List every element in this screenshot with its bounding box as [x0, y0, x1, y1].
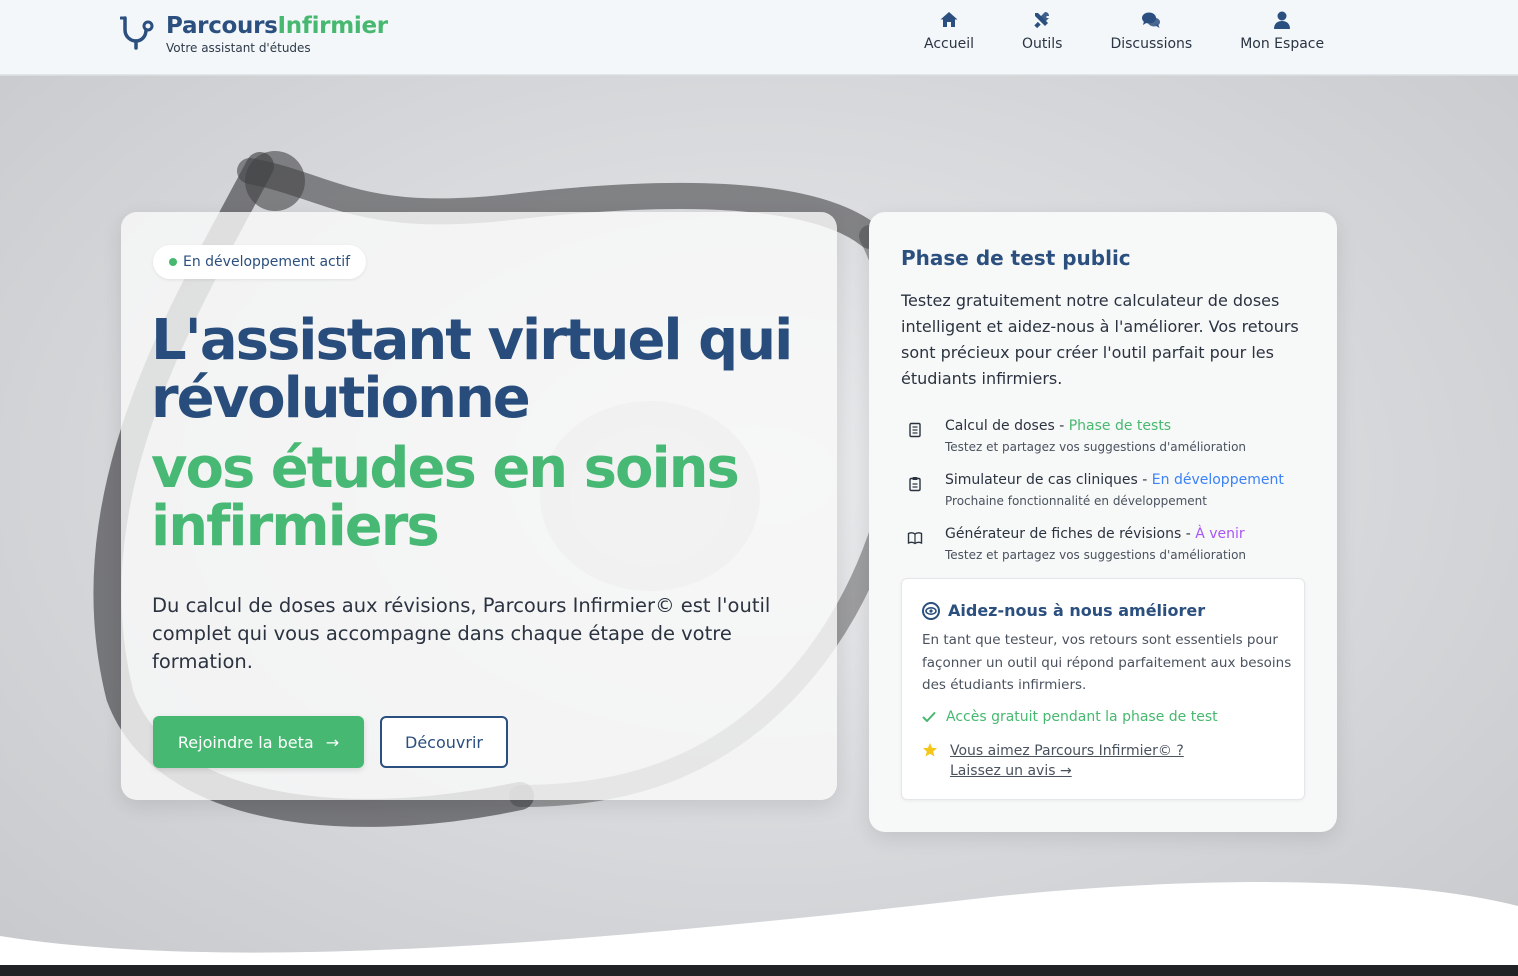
feedback-box: Aidez-nous à nous améliorer En tant que …	[901, 578, 1305, 800]
free-access-item: Accès gratuit pendant la phase de test	[922, 709, 1218, 725]
brand-name-part1: Parcours	[166, 13, 278, 39]
headline-line1: L'assistant virtuel qui	[151, 308, 793, 373]
clipboard-icon	[909, 477, 921, 492]
status-dot-icon	[169, 258, 177, 266]
book-icon	[907, 532, 923, 545]
feature-description: Testez et partagez vos suggestions d'amé…	[945, 440, 1247, 454]
nav-item-accueil[interactable]: Accueil	[900, 10, 998, 52]
tools-icon	[1034, 12, 1050, 29]
headline-line4: infirmiers	[151, 494, 440, 559]
feedback-title: Aidez-nous à nous améliorer	[922, 601, 1205, 620]
feature-title: Générateur de fiches de révisions - À ve…	[945, 526, 1245, 542]
feature-status: Phase de tests	[1068, 418, 1172, 434]
feature-separator: -	[1137, 472, 1152, 488]
hero-headline: L'assistant virtuel qui révolutionne vos…	[151, 312, 811, 556]
brand-name-part2: Infirmier	[277, 13, 389, 39]
chat-icon	[1142, 12, 1161, 28]
nav-label: Mon Espace	[1240, 36, 1325, 52]
hero-card: En développement actif L'assistant virtu…	[121, 212, 837, 800]
feature-title: Calcul de doses - Phase de tests	[945, 418, 1171, 434]
feature-title: Simulateur de cas cliniques - En dévelop…	[945, 472, 1284, 488]
join-beta-button[interactable]: Rejoindre la beta →	[153, 716, 364, 768]
site-header: ParcoursInfirmier Votre assistant d'étud…	[0, 0, 1518, 75]
discover-button[interactable]: Découvrir	[380, 716, 508, 768]
test-phase-card: Phase de test public Testez gratuitement…	[869, 212, 1337, 832]
nav-item-discussions[interactable]: Discussions	[1086, 10, 1216, 52]
taskbar-strip	[0, 965, 1518, 976]
headline-line3: vos études en soins	[151, 436, 740, 501]
join-beta-label: Rejoindre la beta	[177, 732, 314, 752]
feature-description: Testez et partagez vos suggestions d'amé…	[945, 548, 1247, 562]
review-link-line1: Vous aimez Parcours Infirmier© ?	[950, 743, 1184, 759]
calculator-icon	[909, 422, 921, 438]
brand-tagline: Votre assistant d'études	[166, 41, 311, 55]
headline-line2: révolutionne	[151, 366, 531, 431]
nav-label: Discussions	[1110, 36, 1193, 52]
discover-label: Découvrir	[405, 732, 483, 752]
test-phase-title: Phase de test public	[901, 246, 1131, 270]
review-link-line2: Laissez un avis →	[950, 763, 1072, 779]
free-access-text: Accès gratuit pendant la phase de test	[946, 709, 1218, 725]
leave-review-link[interactable]: Vous aimez Parcours Infirmier© ? Laissez…	[950, 741, 1184, 781]
hero-lead: Du calcul de doses aux révisions, Parcou…	[152, 594, 771, 673]
feature-description: Prochaine fonctionnalité en développemen…	[945, 494, 1207, 508]
status-badge: En développement actif	[153, 245, 367, 279]
feature-name: Générateur de fiches de révisions	[945, 526, 1182, 542]
badge-label: En développement actif	[183, 254, 351, 270]
feature-separator: -	[1181, 526, 1196, 542]
eye-icon	[922, 601, 940, 620]
feature-status: À venir	[1195, 526, 1245, 542]
stethoscope-icon	[120, 16, 154, 50]
nav-item-mon-espace[interactable]: Mon Espace	[1216, 10, 1348, 52]
nav-item-outils[interactable]: Outils	[998, 10, 1086, 52]
test-phase-text: Testez gratuitement notre calculateur de…	[901, 291, 1299, 388]
star-icon	[923, 743, 937, 757]
feature-separator: -	[1054, 418, 1069, 434]
feature-name: Simulateur de cas cliniques	[945, 472, 1138, 488]
check-icon	[922, 712, 936, 722]
feature-status: En développement	[1151, 472, 1284, 488]
user-icon	[1274, 11, 1291, 29]
nav-label: Accueil	[924, 36, 974, 52]
brand-logo[interactable]: ParcoursInfirmier Votre assistant d'étud…	[120, 12, 388, 55]
arrow-right-icon: →	[325, 732, 340, 752]
nav-label: Outils	[1022, 36, 1063, 52]
feature-name: Calcul de doses	[945, 418, 1055, 434]
main-nav: Accueil Outils Discussions Mon Espace	[900, 10, 1348, 52]
feedback-text: En tant que testeur, vos retours sont es…	[922, 632, 1292, 693]
home-icon	[940, 12, 958, 27]
feedback-title-text: Aidez-nous à nous améliorer	[948, 601, 1206, 620]
brand-name: ParcoursInfirmier	[166, 12, 388, 40]
